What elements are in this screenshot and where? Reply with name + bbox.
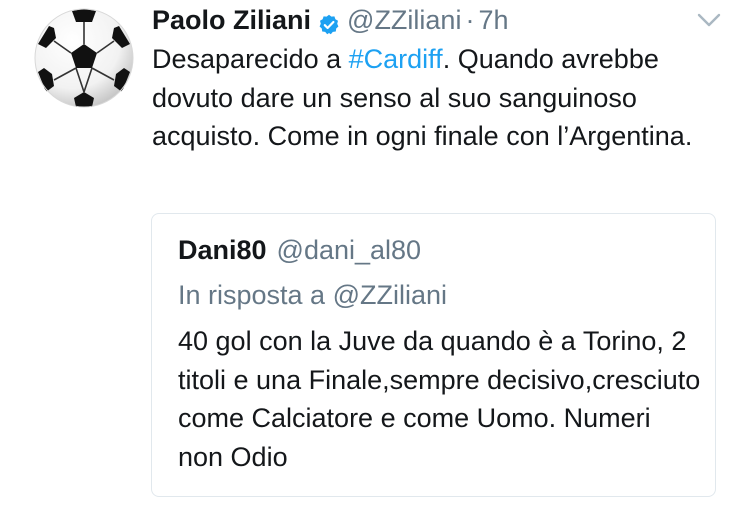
soccer-ball-icon <box>34 8 134 108</box>
author-handle[interactable]: @ZZiliani <box>347 2 461 38</box>
quoted-display-name: Dani80 <box>178 235 267 265</box>
avatar[interactable] <box>34 8 134 108</box>
tweet: Paolo Ziliani @ZZiliani · 7h Desaparecid… <box>0 0 750 511</box>
quoted-tweet-header: Dani80 @dani_al80 <box>178 232 421 268</box>
quoted-tweet-text: 40 gol con la Juve da quando è a Torino,… <box>178 326 701 472</box>
quoted-reply-context: In risposta a @ZZiliani <box>178 280 447 310</box>
timestamp[interactable]: 7h <box>478 2 508 38</box>
tweet-text: Desaparecido a #Cardiff. Quando avrebbe … <box>152 40 712 156</box>
verified-badge-icon <box>318 9 340 35</box>
tweet-text-part: Desaparecido a <box>152 44 349 74</box>
hashtag-link[interactable]: #Cardiff <box>349 44 443 74</box>
separator-dot: · <box>465 5 475 35</box>
tweet-header: Paolo Ziliani @ZZiliani · 7h <box>152 2 509 38</box>
quoted-handle: @dani_al80 <box>276 235 422 265</box>
author-display-name[interactable]: Paolo Ziliani <box>152 2 311 38</box>
chevron-down-icon[interactable] <box>696 10 722 30</box>
quoted-tweet-card[interactable]: Dani80 @dani_al80 In risposta a @ZZilian… <box>151 213 716 497</box>
